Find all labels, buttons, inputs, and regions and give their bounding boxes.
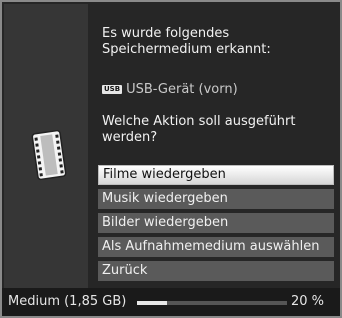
usb-icon: USB	[102, 85, 123, 94]
icon-panel	[4, 4, 88, 289]
menu-item-play-pictures[interactable]: Bilder wiedergeben	[98, 213, 334, 233]
menu-item-play-music[interactable]: Musik wiedergeben	[98, 189, 334, 209]
message-line-2: Speichermedium erkannt:	[102, 42, 271, 57]
media-detected-dialog: Es wurde folgendes Speichermedium erkann…	[0, 0, 342, 318]
medium-size-label: Medium (1,85 GB)	[8, 294, 127, 309]
question-line-1: Welche Aktion soll ausgeführt	[102, 114, 296, 129]
film-icon	[31, 129, 67, 181]
usage-progress-fill	[137, 301, 167, 305]
question-line-2: werden?	[102, 130, 158, 145]
menu-item-back[interactable]: Zurück	[98, 261, 334, 281]
device-label: USB-Gerät (vorn)	[126, 82, 238, 97]
device-info: USB USB-Gerät (vorn)	[102, 82, 238, 97]
menu-item-play-films[interactable]: Filme wiedergeben	[98, 165, 334, 185]
status-bar: Medium (1,85 GB) 20 %	[2, 288, 340, 316]
usage-progress-bar	[137, 301, 287, 305]
menu-item-set-recording-medium[interactable]: Als Aufnahmemedium auswählen	[98, 237, 334, 257]
message-line-1: Es wurde folgendes	[102, 26, 230, 41]
usage-percent: 20 %	[291, 294, 325, 309]
